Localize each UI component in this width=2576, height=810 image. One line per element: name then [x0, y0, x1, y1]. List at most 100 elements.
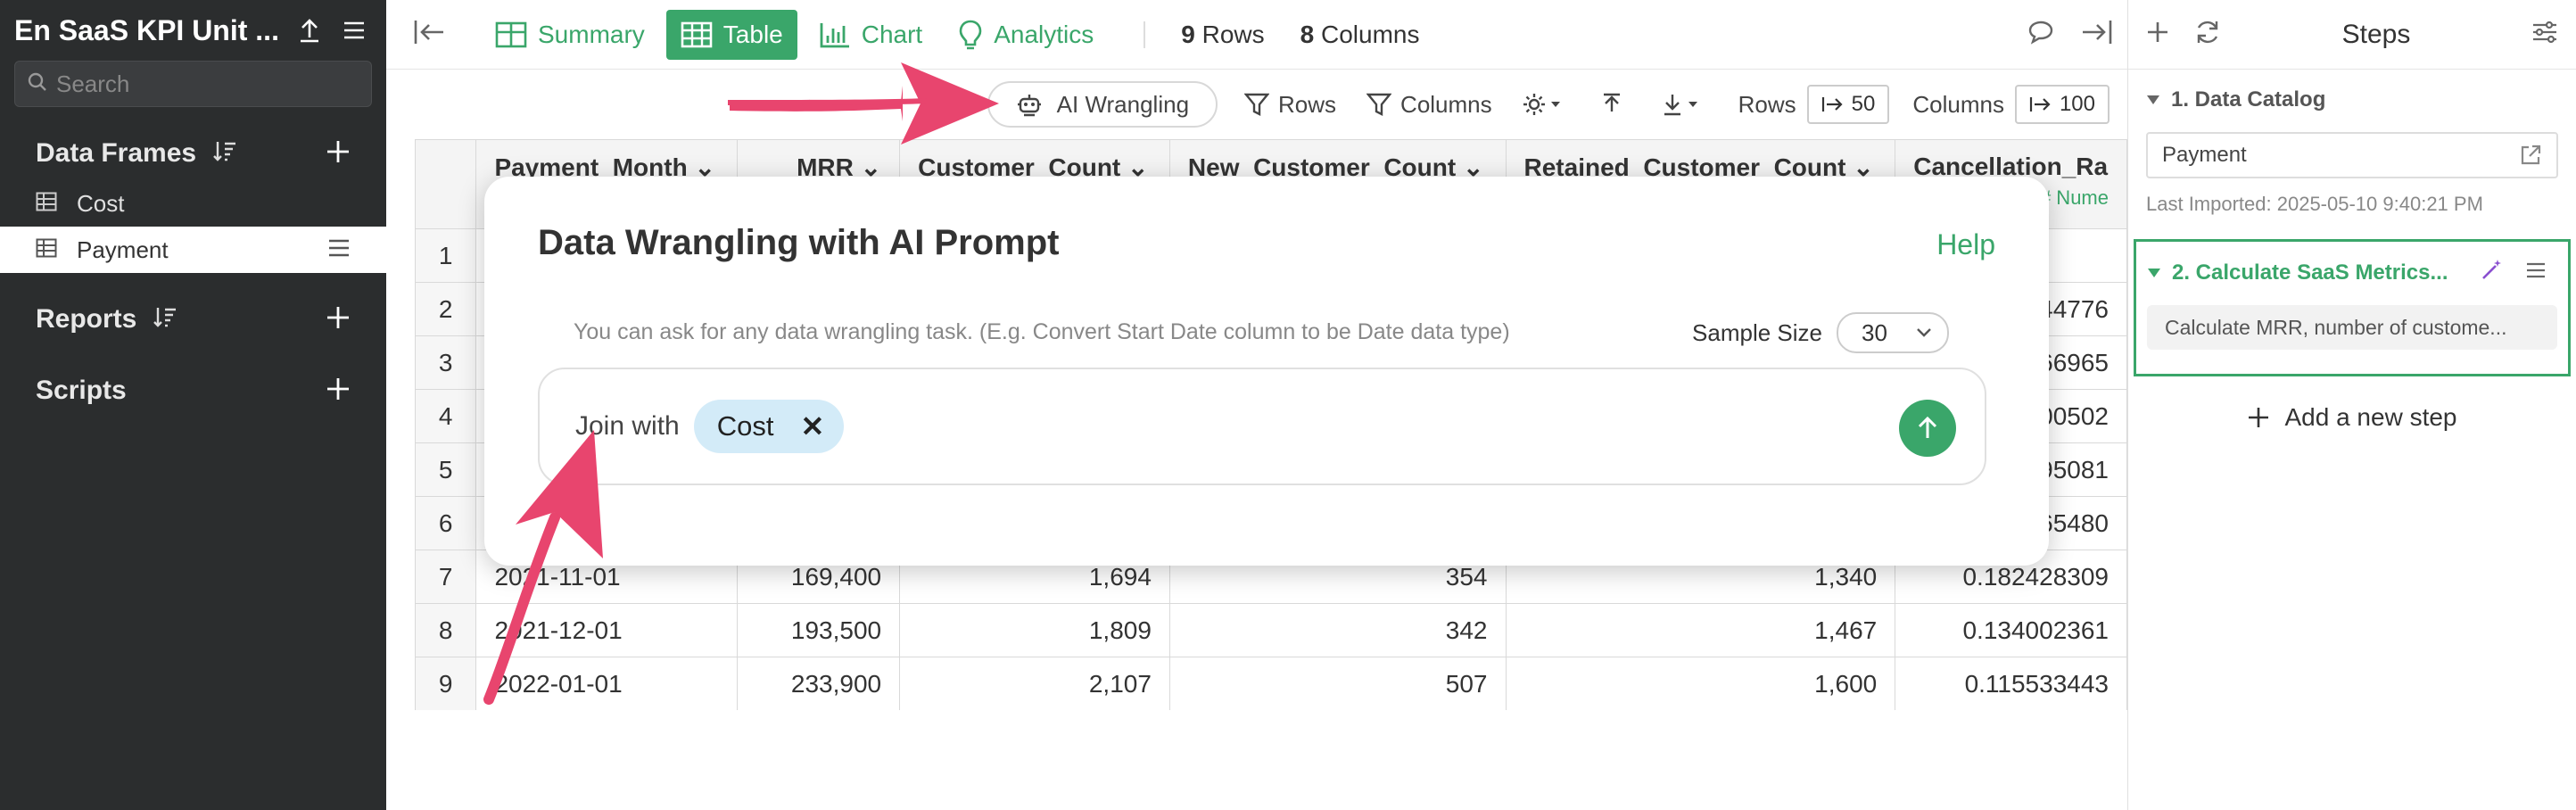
add-step-icon[interactable] [2146, 21, 2169, 48]
cell-new-customer-count[interactable]: 342 [1168, 603, 1507, 657]
step-calculate-saas-metrics[interactable]: 2. Calculate SaaS Metrics... Calculate M… [2134, 239, 2571, 376]
add-new-step-button[interactable]: Add a new step [2128, 403, 2576, 432]
step-data-catalog[interactable]: 1. Data Catalog Payment Last Imported: 2… [2128, 70, 2576, 216]
download-dropdown[interactable] [1662, 92, 1708, 117]
summary-icon [495, 21, 527, 47]
cell-cancellation-rate[interactable]: 0.115533443 [1895, 657, 2127, 710]
filter-icon [1366, 93, 1392, 116]
toolbar-divider [1144, 21, 1146, 48]
columns-filter-button[interactable]: Columns [1366, 91, 1492, 119]
external-link-icon[interactable] [2519, 144, 2542, 167]
table-row[interactable]: 8 2021-12-01 193,500 1,809 342 1,467 0.1340023… [415, 603, 2127, 657]
steps-header: Steps [2128, 0, 2576, 70]
row-number: 3 [415, 335, 477, 390]
last-imported-text: Last Imported: 2025-05-10 9:40:21 PM [2146, 193, 2483, 215]
columns-limit-label: Columns [1912, 90, 2004, 118]
project-title[interactable]: En SaaS KPI Unit ... [14, 14, 283, 47]
refresh-icon[interactable] [2194, 19, 2221, 50]
sidebar-item-cost[interactable]: Cost [0, 180, 386, 227]
comment-icon[interactable] [2027, 20, 2054, 49]
collapse-sidebar-icon[interactable] [413, 19, 445, 50]
sample-size-control: Sample Size 30 [1692, 312, 1949, 353]
rows-filter-button[interactable]: Rows [1244, 91, 1336, 119]
lightbulb-icon [959, 20, 982, 49]
triangle-down-icon [2148, 268, 2160, 277]
data-source-value: Payment [2162, 143, 2247, 167]
prompt-hint: You can ask for any data wrangling task.… [574, 319, 1510, 344]
cell-new-customer-count[interactable]: 507 [1168, 657, 1507, 710]
tab-chart-label: Chart [861, 20, 923, 48]
prompt-input[interactable]: Join with Cost ✕ [538, 368, 1986, 485]
rows-limit-input[interactable]: 50 [1806, 85, 1890, 124]
item-menu-icon[interactable] [327, 236, 351, 264]
cell-cancellation-rate[interactable]: 0.134002361 [1895, 603, 2127, 657]
arrow-right-bar-icon [2029, 97, 2051, 112]
tab-table-label: Table [722, 20, 783, 48]
settings-dropdown[interactable] [1523, 92, 1571, 117]
table-row[interactable]: 9 2022-01-01 233,900 2,107 507 1,600 0.1155334… [415, 657, 2127, 710]
arrow-up-icon [1918, 416, 1937, 438]
step2-label-text: 2. Calculate SaaS Metrics... [2172, 260, 2448, 285]
sliders-icon[interactable] [2531, 21, 2558, 48]
tab-table[interactable]: Table [665, 9, 797, 60]
row-number: 1 [415, 228, 477, 283]
hamburger-menu-icon[interactable] [336, 12, 372, 48]
sample-size-select[interactable]: 30 [1837, 312, 1949, 353]
steps-title: Steps [2341, 19, 2411, 49]
reports-header: Reports [0, 293, 386, 346]
step1-label-text: 1. Data Catalog [2171, 87, 2326, 112]
rows-count: 9 Rows [1181, 20, 1265, 48]
upload-icon[interactable] [292, 12, 327, 48]
data-frames-section: Data Frames Cost Payment [0, 127, 386, 273]
ai-wrangling-label: AI Wrangling [1056, 90, 1190, 118]
close-icon[interactable]: ✕ [800, 409, 824, 443]
add-script-icon[interactable] [326, 376, 351, 406]
send-button[interactable] [1899, 400, 1956, 457]
sidebar-item-payment[interactable]: Payment [0, 227, 386, 273]
columns-limit-input[interactable]: 100 [2014, 85, 2110, 124]
help-link[interactable]: Help [1936, 228, 1995, 261]
collapse-right-panel-icon[interactable] [2081, 19, 2113, 50]
sort-icon[interactable] [212, 140, 237, 168]
row-number: 4 [415, 389, 477, 443]
dialog-title: Data Wrangling with AI Prompt [538, 223, 1060, 262]
gear-icon [1523, 94, 1560, 115]
top-toolbar: Summary Table Chart Analytics 9 Rows 8 C… [386, 0, 2127, 70]
row-number: 8 [415, 603, 477, 657]
cell-customer-count[interactable]: 2,107 [899, 657, 1170, 710]
download-icon [1664, 95, 1697, 116]
cell-retained-customer-count[interactable]: 1,600 [1505, 657, 1896, 710]
upload-button[interactable] [1601, 92, 1631, 117]
cell-customer-count[interactable]: 1,809 [899, 603, 1170, 657]
data-frame-chip[interactable]: Cost ✕ [693, 400, 845, 453]
add-report-icon[interactable] [326, 305, 351, 335]
cell-retained-customer-count[interactable]: 1,467 [1505, 603, 1896, 657]
add-data-frame-icon[interactable] [326, 139, 351, 169]
columns-count: 8 Columns [1300, 20, 1420, 48]
app-root: En SaaS KPI Unit ... Data Frames [0, 0, 2576, 810]
data-source-field[interactable]: Payment [2146, 132, 2558, 178]
magic-wand-icon[interactable] [2481, 258, 2514, 287]
cell-payment-month[interactable]: 2021-12-01 [475, 603, 739, 657]
bar-chart-icon [820, 22, 849, 47]
sort-icon[interactable] [153, 306, 178, 334]
rows-limit-value: 50 [1851, 92, 1876, 116]
cell-payment-month[interactable]: 2022-01-01 [475, 657, 739, 710]
row-number: 7 [415, 550, 477, 604]
row-number: 9 [415, 657, 477, 710]
cell-mrr[interactable]: 233,900 [737, 657, 901, 710]
ai-wrangling-button[interactable]: AI Wrangling [987, 81, 1218, 128]
chip-label: Cost [716, 410, 774, 442]
data-frames-label: Data Frames [36, 138, 197, 168]
search-input[interactable] [56, 70, 324, 98]
step-menu-icon[interactable] [2525, 260, 2557, 285]
cell-mrr[interactable]: 193,500 [737, 603, 901, 657]
chevron-down-icon [1917, 328, 1931, 337]
tab-summary[interactable]: Summary [481, 10, 659, 60]
data-frames-header: Data Frames [0, 127, 386, 180]
sample-size-value: 30 [1862, 318, 1887, 346]
scripts-section: Scripts [0, 364, 386, 417]
tab-chart[interactable]: Chart [805, 10, 937, 60]
tab-analytics[interactable]: Analytics [944, 10, 1108, 60]
tab-summary-label: Summary [538, 20, 645, 48]
